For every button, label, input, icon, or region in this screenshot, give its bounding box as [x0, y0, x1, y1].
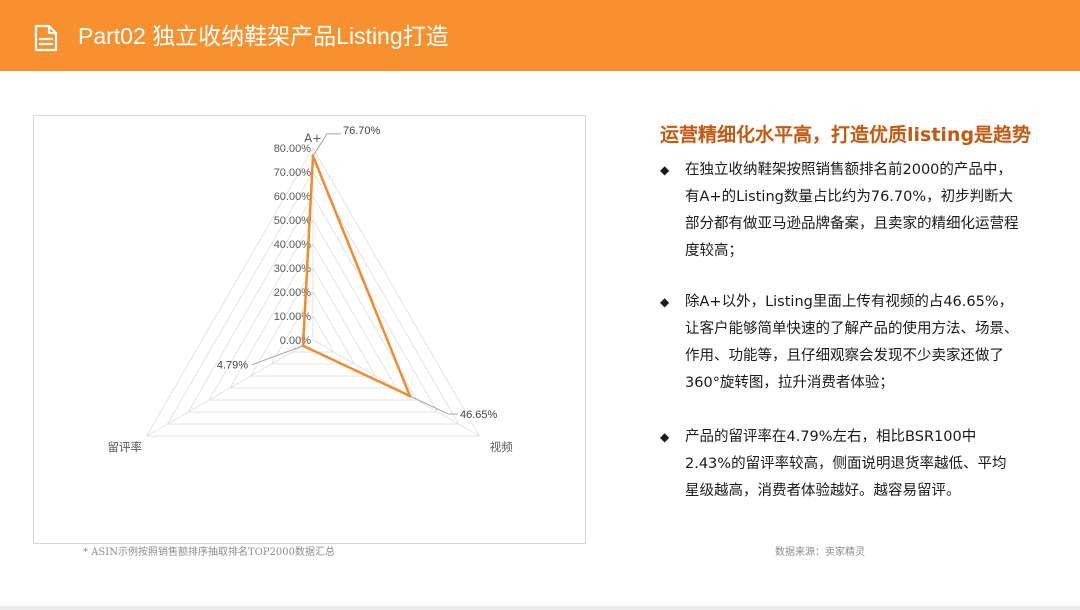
category-label: 留评率: [107, 440, 141, 454]
bullet-diamond-icon: ◆: [660, 163, 670, 177]
tick-label: 0.00%: [280, 335, 311, 347]
tick-label: 40.00%: [274, 239, 312, 251]
header-bar: Part02 独立收纳鞋架产品Listing打造: [0, 0, 1080, 71]
section-heading: 运营精细化水平高，打造优质listing是趋势: [660, 124, 1032, 146]
page-title: Part02 独立收纳鞋架产品Listing打造: [78, 23, 449, 49]
tick-label: 50.00%: [274, 215, 312, 227]
bullet-text: 产品的留评率在4.79%左右，相比BSR100中2.43%的留评率较高，侧面说明…: [685, 429, 1007, 499]
bottom-divider: [0, 606, 1080, 610]
radar-chart-svg: 0.00%10.00%20.00%30.00%40.00%50.00%60.00…: [107, 125, 513, 454]
chart-footnote: * ASIN示例按照销售额排序抽取排名TOP2000数据汇总: [83, 547, 335, 558]
data-label: 46.65%: [460, 409, 498, 421]
bullet-diamond-icon: ◆: [660, 295, 670, 309]
category-label: A+: [304, 131, 322, 145]
bullet-text: 除A+以外，Listing里面上传有视频的占46.65%，让客户能够简单快速的了…: [685, 294, 1019, 391]
bullet-diamond-icon: ◆: [660, 430, 670, 444]
tick-label: 70.00%: [274, 167, 312, 179]
data-source: 数据来源：卖家精灵: [775, 547, 865, 558]
radar-chart: 0.00% 10.00% 20.00% 30.00% 40.00% 50.00% 60.00…: [33, 115, 586, 544]
leader-line: [251, 345, 304, 366]
tick-label: 60.00%: [274, 191, 312, 203]
document-icon: [34, 24, 58, 52]
data-label: 76.70%: [343, 125, 381, 137]
category-label: 视频: [490, 440, 513, 454]
bullet-text: 在独立收纳鞋架按照销售额排名前2000的产品中，有A+的Listing数量占比约…: [685, 162, 1019, 259]
data-label: 4.79%: [217, 360, 248, 372]
tick-label: 30.00%: [274, 263, 312, 275]
